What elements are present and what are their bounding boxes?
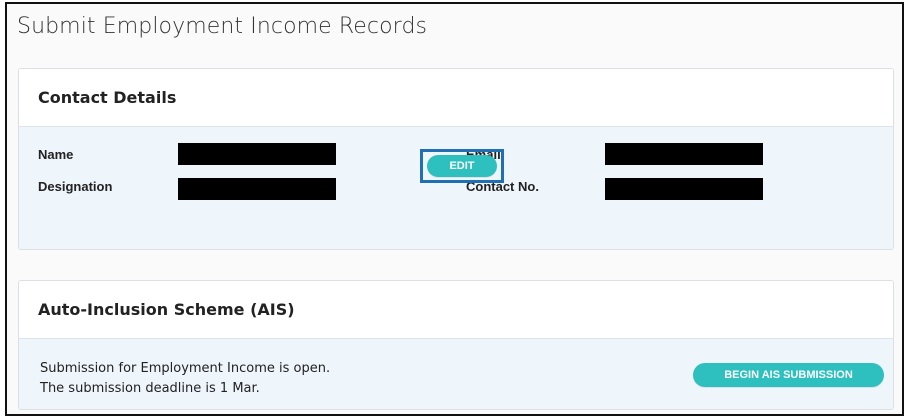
- begin-ais-submission-button[interactable]: BEGIN AIS SUBMISSION: [693, 363, 884, 387]
- ais-status-text: Submission for Employment Income is open…: [40, 359, 330, 399]
- contact-details-body: Name Designation Email Contact No.: [19, 127, 893, 249]
- contact-details-card: Contact Details Name Designation Email C…: [18, 68, 894, 250]
- name-label: Name: [38, 147, 74, 162]
- designation-value-redacted: [178, 178, 336, 200]
- ais-deadline-line: The submission deadline is 1 Mar.: [40, 381, 260, 396]
- contact-no-value-redacted: [605, 178, 763, 200]
- page-frame: Submit Employment Income Records Contact…: [5, 2, 904, 416]
- contact-details-header: Contact Details: [19, 69, 893, 127]
- ais-status-line: Submission for Employment Income is open…: [40, 361, 331, 376]
- edit-button[interactable]: EDIT: [427, 155, 497, 177]
- ais-card: Auto-Inclusion Scheme (AIS) Submission f…: [18, 280, 894, 410]
- ais-body: Submission for Employment Income is open…: [19, 339, 893, 409]
- page-title: Submit Employment Income Records: [17, 14, 428, 39]
- designation-label: Designation: [38, 179, 113, 194]
- ais-header: Auto-Inclusion Scheme (AIS): [19, 281, 893, 339]
- email-value-redacted: [605, 143, 763, 165]
- name-value-redacted: [178, 143, 336, 165]
